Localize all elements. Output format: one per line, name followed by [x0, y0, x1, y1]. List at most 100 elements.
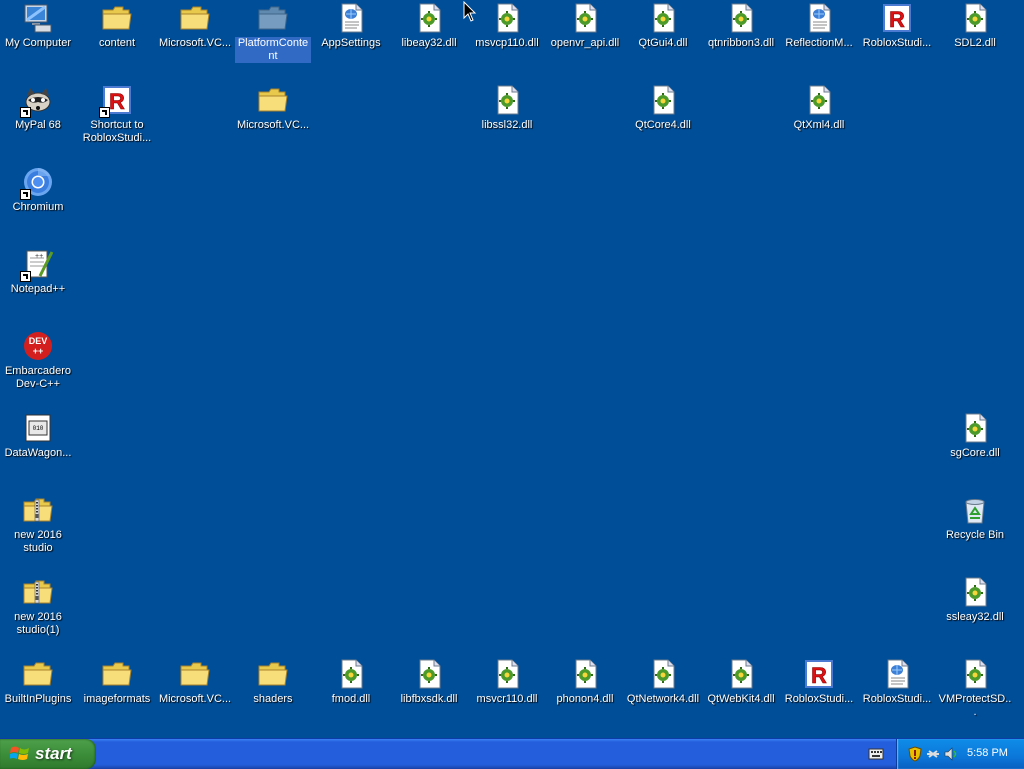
dll-icon: [491, 658, 523, 690]
start-button[interactable]: start: [0, 739, 96, 769]
desktop-icon-label: Embarcadero Dev-C++: [4, 365, 72, 390]
network-icon[interactable]: [925, 746, 941, 762]
desktop-icon-label: QtCore4.dll: [635, 119, 691, 131]
folder-icon: [179, 2, 211, 34]
desktop-icon-label: phonon4.dll: [556, 693, 614, 705]
desktop-icon-label: libssl32.dll: [481, 119, 533, 131]
roblox-icon: R: [99, 84, 133, 118]
desktop-icon-qtcore4-dll[interactable]: QtCore4.dll: [625, 84, 701, 132]
desktop-icon-robloxstudi[interactable]: R RobloxStudi...: [781, 658, 857, 706]
desktop-icon-qtnribbon3-dll[interactable]: qtnribbon3.dll: [703, 2, 779, 50]
desktop-icon-my-computer[interactable]: My Computer: [0, 2, 76, 50]
desktop-icon-qtgui4-dll[interactable]: QtGui4.dll: [625, 2, 701, 50]
security-shield-icon[interactable]: [907, 746, 923, 762]
desktop-icon-phonon4-dll[interactable]: phonon4.dll: [547, 658, 623, 706]
desktop-icon-content[interactable]: content: [79, 2, 155, 50]
desktop-icon-label: SDL2.dll: [954, 37, 996, 49]
xml-icon: [881, 658, 913, 690]
dll-icon: [959, 412, 991, 444]
desktop-icon-reflectionm[interactable]: ReflectionM...: [781, 2, 857, 50]
desktop-icon-recycle-bin[interactable]: Recycle Bin: [937, 494, 1013, 542]
desktop-icon-label: QtWebKit4.dll: [707, 693, 775, 705]
shortcut-arrow-icon: [20, 271, 31, 282]
desktop-icon-label: My Computer: [4, 37, 72, 49]
mouse-cursor-icon: [463, 1, 477, 22]
desktop-icon-label: imageformats: [83, 693, 151, 705]
taskbar: start 5:58 PM: [0, 738, 1024, 769]
desktop-icon-robloxstudi[interactable]: R RobloxStudi...: [859, 2, 935, 50]
desktop-icon-datawagon[interactable]: 010 DataWagon...: [0, 412, 76, 460]
desktop-icon-qtwebkit4-dll[interactable]: QtWebKit4.dll: [703, 658, 779, 706]
desktop-icon-qtxml4-dll[interactable]: QtXml4.dll: [781, 84, 857, 132]
desktop-icon-libeay32-dll[interactable]: libeay32.dll: [391, 2, 467, 50]
dll-icon: [413, 2, 445, 34]
svg-text:010: 010: [33, 425, 44, 432]
language-bar-icon[interactable]: [868, 747, 884, 761]
desktop-icon-platformcontent[interactable]: PlatformContent: [235, 2, 311, 63]
desktop-icon-builtinplugins[interactable]: BuiltInPlugins: [0, 658, 76, 706]
notepad-icon: ++: [20, 248, 54, 282]
desktop-icon-ssleay32-dll[interactable]: ssleay32.dll: [937, 576, 1013, 624]
dll-icon: [569, 2, 601, 34]
desktop-icon-openvr-api-dll[interactable]: openvr_api.dll: [547, 2, 623, 50]
dll-icon: [491, 84, 523, 116]
desktop-icon-embarcadero-dev-c[interactable]: DEV ++ Embarcadero Dev-C++: [0, 330, 76, 391]
desktop-icon-new-2016-studio[interactable]: new 2016 studio: [0, 494, 76, 555]
folder-icon: [257, 84, 289, 116]
zip-icon: [22, 576, 54, 608]
roblox-icon: R: [803, 658, 835, 690]
desktop-icon-label: PlatformContent: [235, 37, 311, 63]
dll-icon: [647, 658, 679, 690]
desktop-icon-new-2016-studio-1[interactable]: new 2016 studio(1): [0, 576, 76, 637]
desktop-icon-label: ssleay32.dll: [946, 611, 1004, 623]
desktop-icon-label: Shortcut to RobloxStudi...: [82, 119, 152, 144]
dll-icon: [335, 658, 367, 690]
desktop-icon-label: msvcr110.dll: [476, 693, 538, 705]
xml-icon: [335, 2, 367, 34]
desktop-icon-label: MyPal 68: [15, 119, 61, 131]
desktop-icon-msvcp110-dll[interactable]: msvcp110.dll: [469, 2, 545, 50]
desktop-icon-msvcr110-dll[interactable]: msvcr110.dll: [469, 658, 545, 706]
folder-icon: [257, 658, 289, 690]
desktop-icon-sdl2-dll[interactable]: SDL2.dll: [937, 2, 1013, 50]
desktop-icon-label: DataWagon...: [4, 447, 72, 459]
shortcut-arrow-icon: [20, 189, 31, 200]
desktop-icon-shaders[interactable]: shaders: [235, 658, 311, 706]
desktop-icon-libssl32-dll[interactable]: libssl32.dll: [469, 84, 545, 132]
desktop-icon-label: QtNetwork4.dll: [626, 693, 700, 705]
desktop-icon-label: Microsoft.VC...: [236, 119, 310, 131]
desktop-icon-fmod-dll[interactable]: fmod.dll: [313, 658, 389, 706]
desktop-icon-shortcut-to-robloxstudi[interactable]: R Shortcut to RobloxStudi...: [79, 84, 155, 145]
desktop-icon-label: Microsoft.VC...: [158, 37, 232, 49]
desktop-icon-label: AppSettings: [321, 37, 381, 49]
desktop-icon-label: Notepad++: [10, 283, 66, 295]
svg-text:R: R: [889, 7, 905, 32]
clock[interactable]: 5:58 PM: [967, 747, 1008, 759]
desktop-icon-mypal-68[interactable]: MyPal 68: [0, 84, 76, 132]
desktop-icon-robloxstudi[interactable]: RobloxStudi...: [859, 658, 935, 706]
desktop-icon-appsettings[interactable]: AppSettings: [313, 2, 389, 50]
raccoon-icon: [20, 84, 54, 118]
desktop-icon-sgcore-dll[interactable]: sgCore.dll: [937, 412, 1013, 460]
desktop-icon-libfbxsdk-dll[interactable]: libfbxsdk.dll: [391, 658, 467, 706]
start-label: start: [35, 744, 72, 763]
desktop-icon-microsoft-vc[interactable]: Microsoft.VC...: [157, 2, 233, 50]
desktop-icon-label: QtXml4.dll: [793, 119, 845, 131]
desktop-icon-vmprotectsd[interactable]: VMProtectSD...: [937, 658, 1013, 719]
devcpp-icon: DEV ++: [22, 330, 54, 362]
dll-icon: [647, 2, 679, 34]
volume-icon[interactable]: [943, 746, 959, 762]
desktop-icon-imageformats[interactable]: imageformats: [79, 658, 155, 706]
dll-icon: [413, 658, 445, 690]
desktop-icon-label: VMProtectSD...: [938, 693, 1012, 718]
desktop-icon-qtnetwork4-dll[interactable]: QtNetwork4.dll: [625, 658, 701, 706]
desktop[interactable]: My Computer content Microsoft.VC... Platfor…: [0, 0, 1024, 738]
desktop-icon-notepad[interactable]: ++ Notepad++: [0, 248, 76, 296]
windows-flag-icon: [10, 746, 29, 760]
desktop-icon-chromium[interactable]: Chromium: [0, 166, 76, 214]
svg-text:++: ++: [33, 346, 44, 356]
dll-icon: [725, 658, 757, 690]
desktop-icon-microsoft-vc[interactable]: Microsoft.VC...: [235, 84, 311, 132]
dll-icon: [725, 2, 757, 34]
desktop-icon-microsoft-vc[interactable]: Microsoft.VC...: [157, 658, 233, 706]
